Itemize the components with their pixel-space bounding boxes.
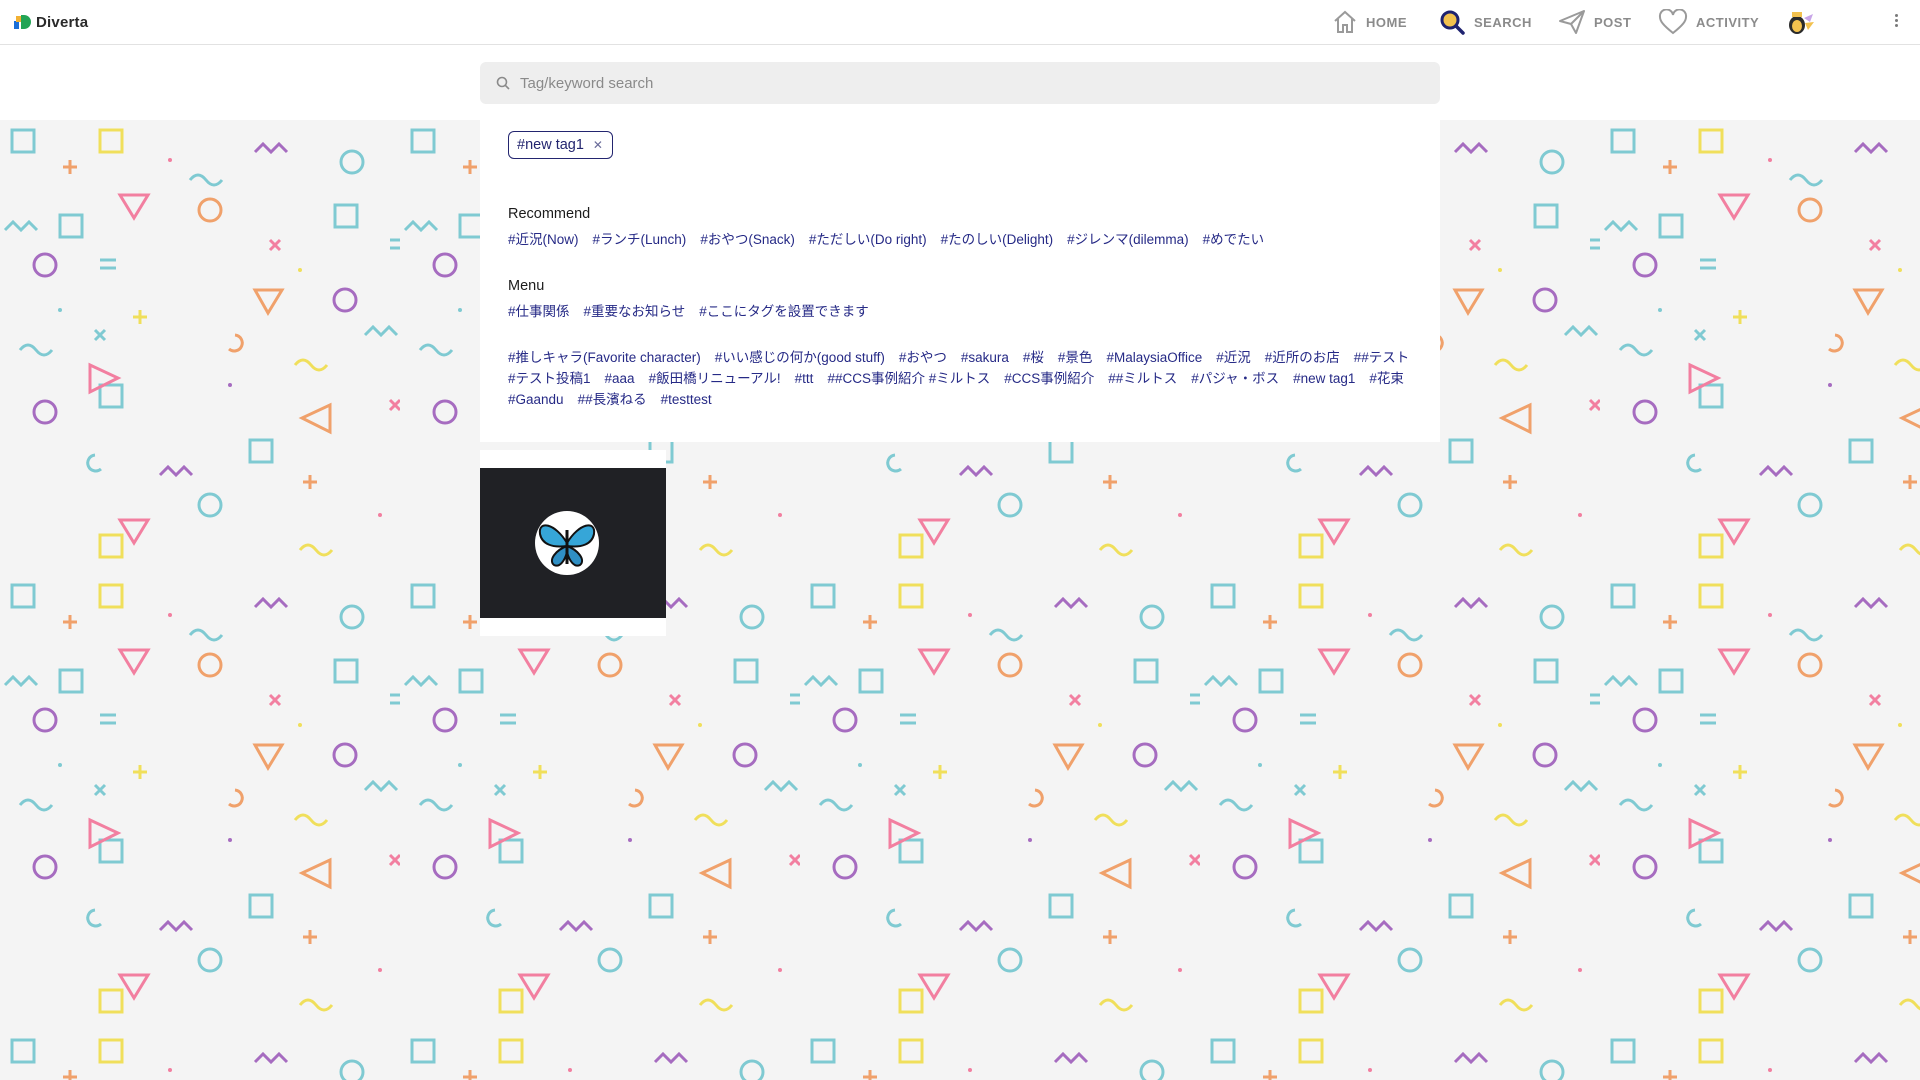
- tag-suggestion-panel: #new tag1 ✕ Recommend #近況(Now) #ランチ(Lunc…: [480, 120, 1440, 442]
- nav-home-label: HOME: [1366, 14, 1407, 30]
- tag-link[interactable]: #パジャ・ボス: [1191, 370, 1279, 387]
- tag-link[interactable]: #aaa: [605, 370, 635, 387]
- tag-link[interactable]: #ttt: [795, 370, 814, 387]
- tag-link[interactable]: #CCS事例紹介: [1004, 370, 1094, 387]
- tag-link[interactable]: #testtest: [661, 391, 712, 408]
- butterfly-logo-icon: [535, 511, 599, 575]
- recommend-title: Recommend: [508, 206, 591, 222]
- tag-link[interactable]: #おやつ(Snack): [700, 231, 795, 248]
- tag-link[interactable]: #近所のお店: [1265, 349, 1340, 366]
- tag-link[interactable]: #おやつ: [899, 349, 947, 366]
- search-input[interactable]: [518, 73, 1422, 93]
- tag-link[interactable]: #テスト投稿1: [508, 370, 591, 387]
- all-tag-list: #推しキャラ(Favorite character) #いい感じの何か(good…: [508, 349, 1418, 408]
- tag-link[interactable]: #たのしい(Delight): [941, 231, 1054, 248]
- tag-link[interactable]: #仕事関係: [508, 303, 570, 320]
- tag-link[interactable]: #new tag1: [1293, 370, 1355, 387]
- menu-title: Menu: [508, 278, 545, 294]
- tag-link[interactable]: #近況(Now): [508, 231, 579, 248]
- tag-link[interactable]: #いい感じの何か(good stuff): [715, 349, 885, 366]
- tag-link[interactable]: #Gaandu: [508, 391, 564, 408]
- nav-activity[interactable]: ACTIVITY: [1658, 0, 1759, 44]
- nav-home[interactable]: HOME: [1332, 0, 1407, 44]
- tag-link[interactable]: #MalaysiaOffice: [1106, 349, 1202, 366]
- home-icon: [1334, 10, 1356, 33]
- selected-tag-label: #new tag1: [517, 137, 584, 153]
- brand-name: Diverta: [36, 13, 89, 31]
- user-avatar[interactable]: [1786, 8, 1816, 36]
- nav-post-label: POST: [1594, 14, 1632, 30]
- top-navigation-bar: Diverta HOME SEARCH POST ACTIVITY: [0, 0, 1920, 45]
- post-thumbnail-image[interactable]: [480, 468, 666, 618]
- tag-link[interactable]: ##長濱ねる: [578, 391, 647, 408]
- tag-link[interactable]: #重要なお知らせ: [584, 303, 686, 320]
- tag-link[interactable]: #花束: [1369, 370, 1404, 387]
- selected-tag-chip[interactable]: #new tag1 ✕: [508, 131, 613, 159]
- nav-activity-label: ACTIVITY: [1696, 14, 1760, 30]
- recommend-tag-list: #近況(Now) #ランチ(Lunch) #おやつ(Snack) #ただしい(D…: [508, 231, 1408, 248]
- tag-link[interactable]: #ここにタグを設置できます: [699, 303, 869, 320]
- menu-tag-list: #仕事関係 #重要なお知らせ #ここにタグを設置できます: [508, 303, 1408, 320]
- search-strip: [0, 45, 1920, 120]
- nav-search[interactable]: SEARCH: [1438, 0, 1532, 44]
- send-icon: [1559, 10, 1585, 34]
- heart-icon: [1658, 9, 1688, 35]
- tag-link[interactable]: ##CCS事例紹介 #ミルトス: [827, 370, 990, 387]
- tag-link[interactable]: #ただしい(Do right): [809, 231, 927, 248]
- tag-link[interactable]: #桜: [1023, 349, 1044, 366]
- remove-tag-icon[interactable]: ✕: [593, 138, 603, 152]
- brand-logo[interactable]: Diverta: [14, 12, 88, 32]
- tag-link[interactable]: ##テスト: [1354, 349, 1410, 366]
- tag-link[interactable]: #sakura: [961, 349, 1009, 366]
- tag-link[interactable]: #景色: [1058, 349, 1093, 366]
- nav-search-label: SEARCH: [1474, 14, 1532, 30]
- nav-post[interactable]: POST: [1558, 0, 1631, 44]
- search-field-icon: [496, 76, 510, 90]
- tag-link[interactable]: ##ミルトス: [1108, 370, 1177, 387]
- post-thumbnail-card: [480, 450, 666, 636]
- search-icon: [1440, 10, 1465, 35]
- tag-link[interactable]: #飯田橋リニューアル!: [649, 370, 781, 387]
- tag-link[interactable]: #推しキャラ(Favorite character): [508, 349, 701, 366]
- more-menu-button[interactable]: [1890, 12, 1902, 32]
- search-box[interactable]: [480, 62, 1440, 104]
- diverta-logo-icon: [14, 14, 31, 29]
- tag-link[interactable]: #ジレンマ(dilemma): [1067, 231, 1189, 248]
- kebab-menu-icon: [1894, 14, 1898, 17]
- tag-link[interactable]: #ランチ(Lunch): [593, 231, 687, 248]
- tag-link[interactable]: #めでたい: [1203, 231, 1265, 248]
- tag-link[interactable]: #近況: [1216, 349, 1251, 366]
